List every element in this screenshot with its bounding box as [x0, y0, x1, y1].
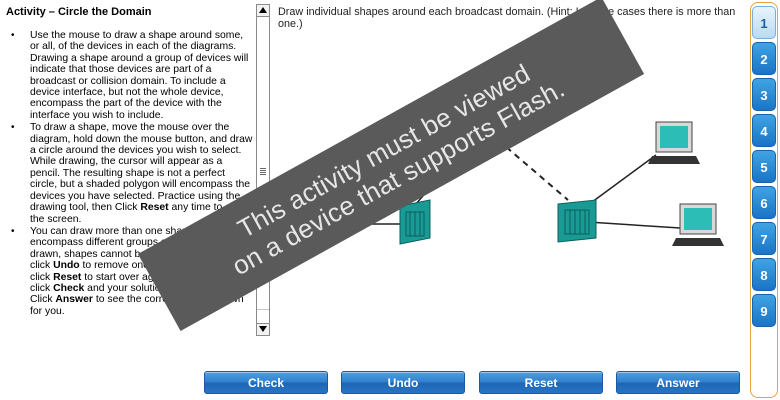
step-tab-7[interactable]: 7	[752, 222, 776, 255]
arrow-up-icon	[259, 7, 267, 13]
step-tab-4[interactable]: 4	[752, 114, 776, 147]
instruction-keyword: Check	[53, 282, 85, 294]
check-button[interactable]: Check	[204, 371, 328, 394]
instruction-item: Use the mouse to draw a shape around som…	[4, 30, 254, 121]
step-tab-3[interactable]: 3	[752, 78, 776, 111]
switch-icon-right	[557, 199, 597, 243]
step-tab-5[interactable]: 5	[752, 150, 776, 183]
instruction-keyword: Reset	[53, 271, 82, 283]
step-tab-9[interactable]: 9	[752, 294, 776, 327]
undo-button[interactable]: Undo	[341, 371, 465, 394]
step-tab-2[interactable]: 2	[752, 42, 776, 75]
pc-icon-right	[672, 203, 724, 246]
instruction-text: Use the mouse to draw a shape around som…	[30, 30, 249, 121]
instruction-keyword: Undo	[53, 260, 80, 272]
scroll-down-button[interactable]	[257, 323, 269, 335]
link-switch-pc-top	[587, 154, 657, 206]
pc-icon-top-right	[648, 121, 700, 164]
step-tab-8[interactable]: 8	[752, 258, 776, 291]
step-tab-1[interactable]: 1	[752, 6, 776, 39]
instruction-keyword: Answer	[55, 294, 93, 306]
instruction-text: To draw a shape, move the mouse over the…	[30, 122, 253, 214]
answer-button[interactable]: Answer	[616, 371, 740, 394]
instruction-keyword: Reset	[140, 202, 169, 214]
link-switch-pc-right	[587, 221, 681, 229]
grip-icon	[260, 168, 266, 176]
activity-title: Activity – Circle the Domain	[6, 6, 152, 18]
arrow-down-icon	[259, 326, 267, 332]
reset-button[interactable]: Reset	[479, 371, 603, 394]
scroll-up-button[interactable]	[257, 5, 269, 17]
step-tab-6[interactable]: 6	[752, 186, 776, 219]
